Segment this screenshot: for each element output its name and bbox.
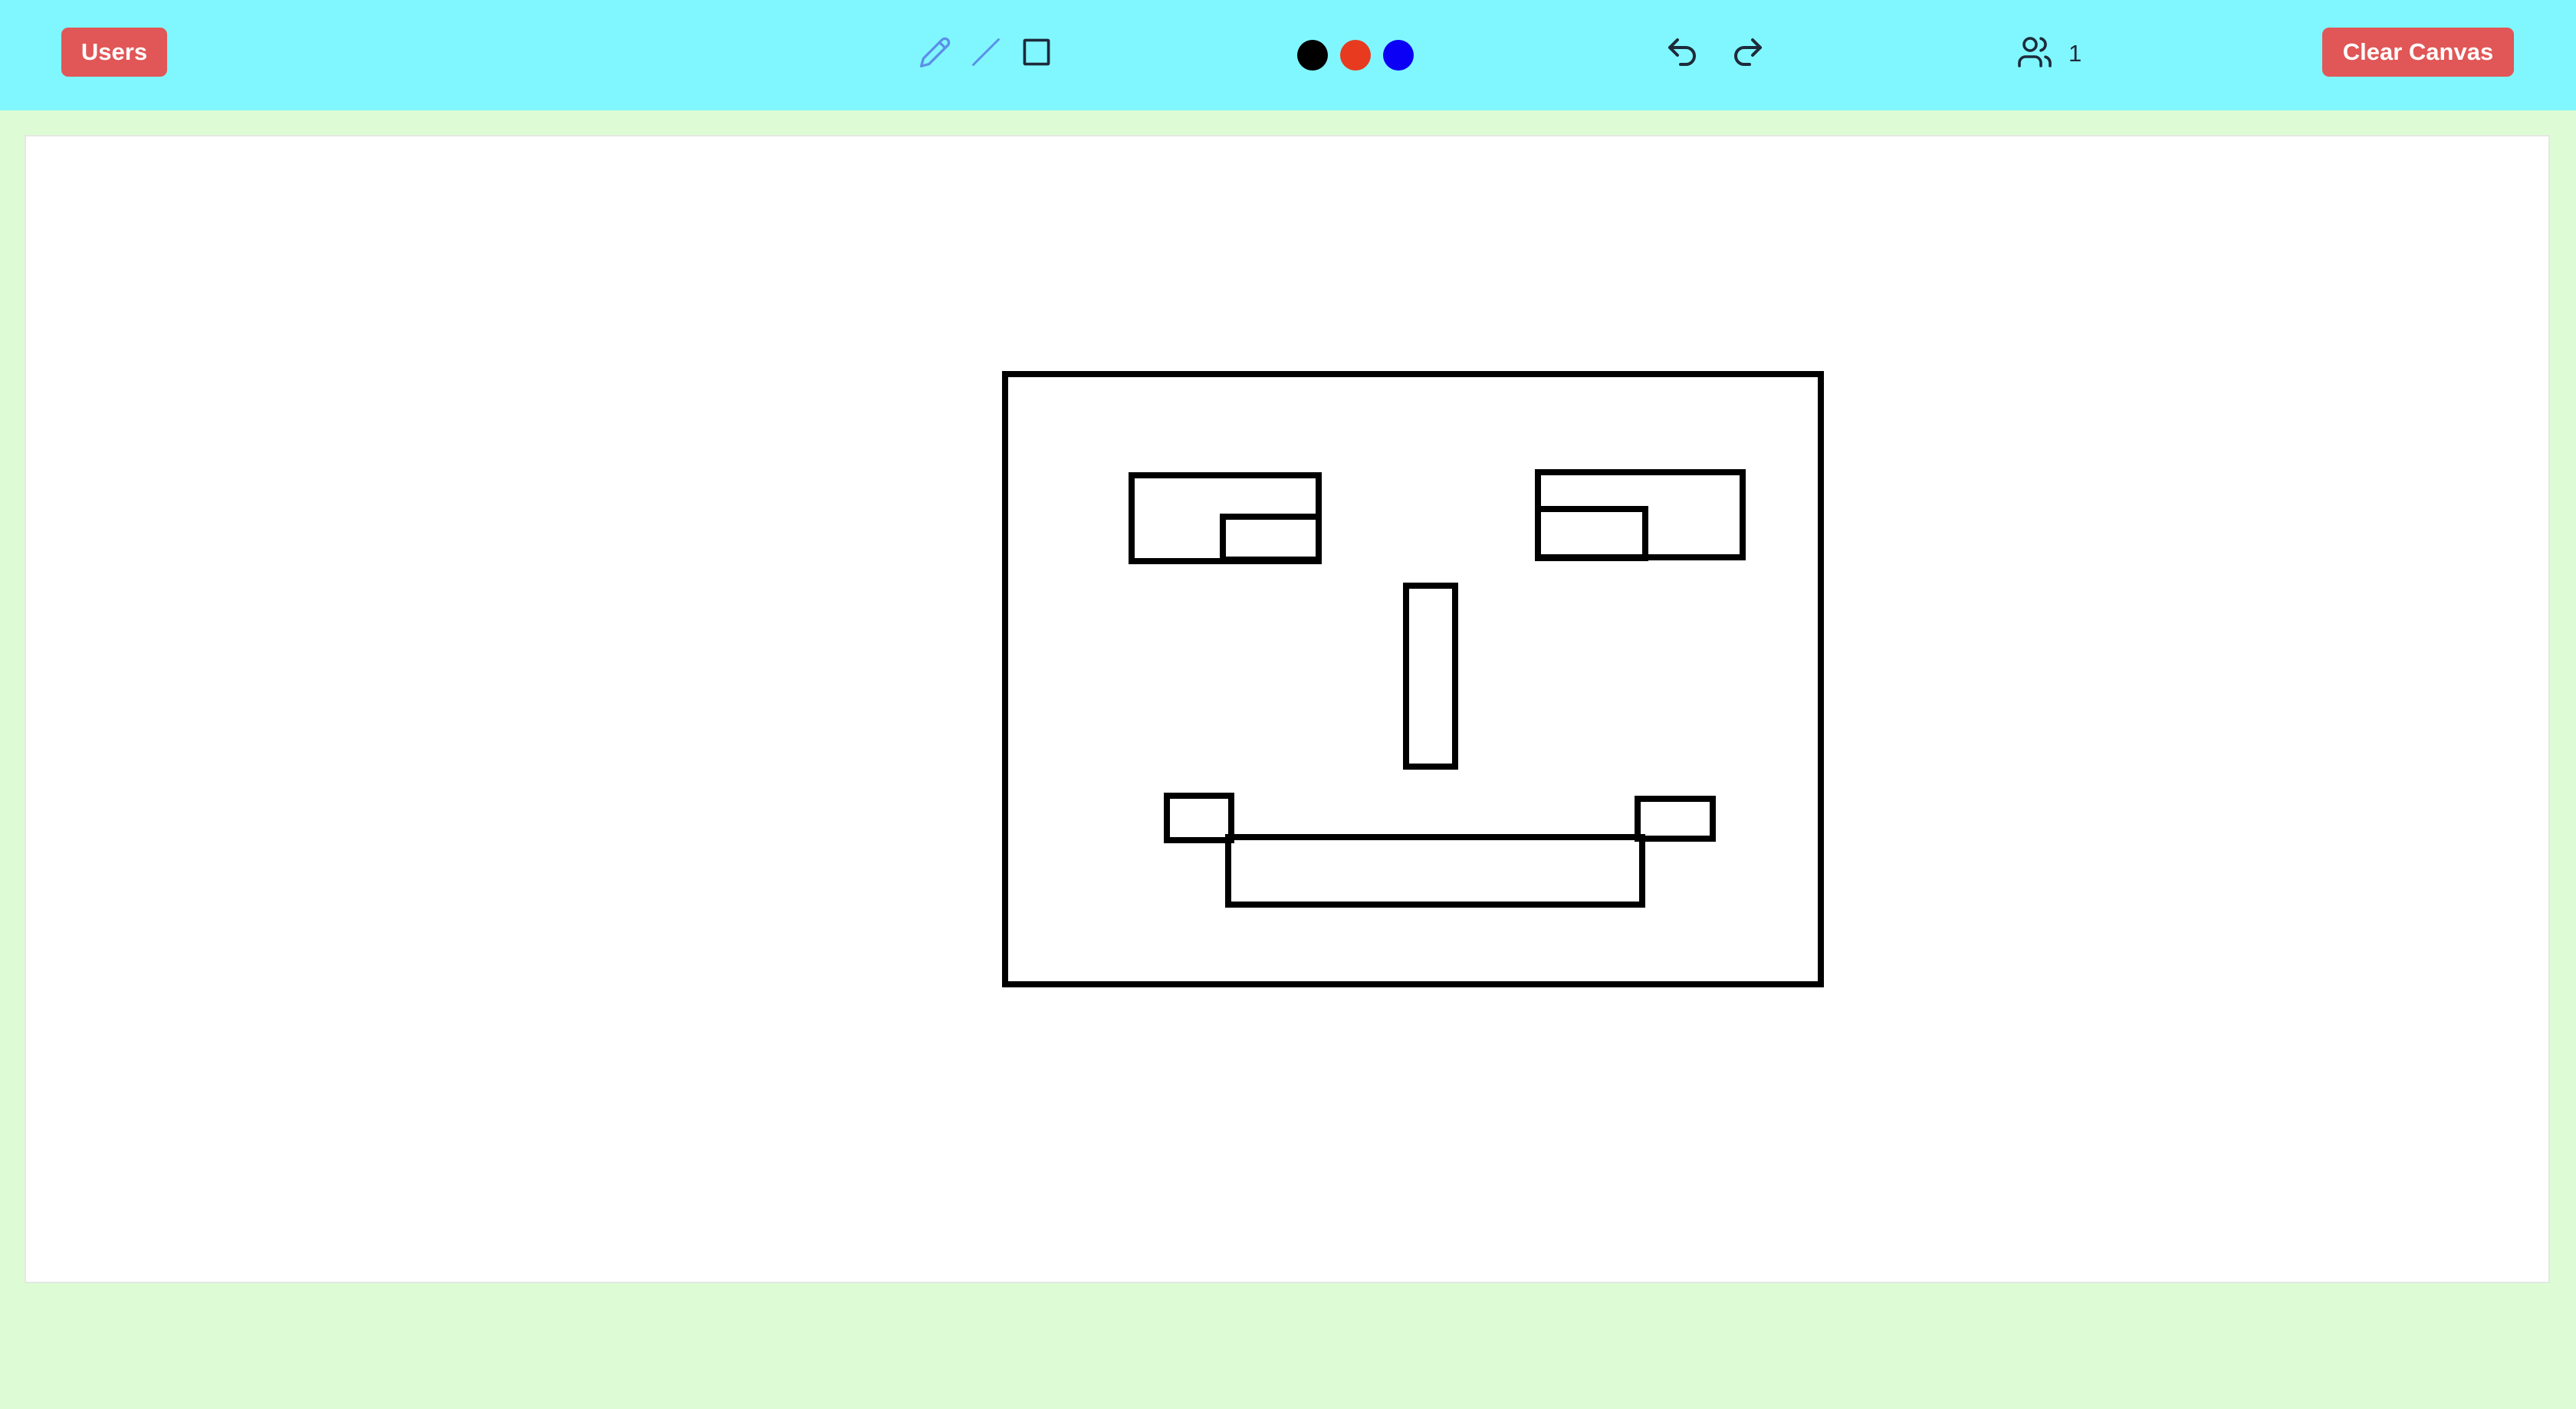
pencil-icon (920, 37, 951, 67)
line-tool-button[interactable] (968, 34, 1004, 71)
line-icon (972, 38, 1000, 66)
user-count: 1 (2068, 40, 2082, 67)
color-swatch-red[interactable] (1340, 40, 1371, 71)
undo-icon (1668, 38, 1696, 66)
drawn-rectangle-mouth-right-corner (1635, 796, 1716, 842)
drawing-canvas[interactable] (25, 135, 2550, 1283)
drawn-rectangle-right-eye (1535, 469, 1746, 560)
rectangle-icon (1023, 38, 1050, 66)
users-icon (2018, 37, 2052, 67)
color-swatch-blue[interactable] (1383, 40, 1414, 71)
redo-icon (1734, 38, 1762, 66)
drawn-rectangle-mouth-left-corner (1164, 793, 1234, 843)
users-indicator (2016, 34, 2053, 71)
drawing-layer (1002, 371, 1824, 987)
drawn-rectangle-right-pupil (1535, 506, 1648, 561)
rectangle-tool-button[interactable] (1018, 34, 1055, 71)
drawn-rectangle-left-pupil (1220, 514, 1322, 563)
clear-canvas-button[interactable]: Clear Canvas (2322, 28, 2514, 77)
redo-button[interactable] (1730, 34, 1766, 71)
color-swatch-black[interactable] (1297, 40, 1328, 71)
undo-button[interactable] (1664, 34, 1700, 71)
drawn-rectangle-nose (1403, 583, 1458, 770)
toolbar: Users 1 Clear Canvas (0, 0, 2576, 110)
drawn-rectangle-face (1002, 371, 1824, 987)
pencil-tool-button[interactable] (917, 34, 954, 71)
users-button[interactable]: Users (61, 28, 167, 77)
drawn-rectangle-mouth (1225, 834, 1645, 908)
